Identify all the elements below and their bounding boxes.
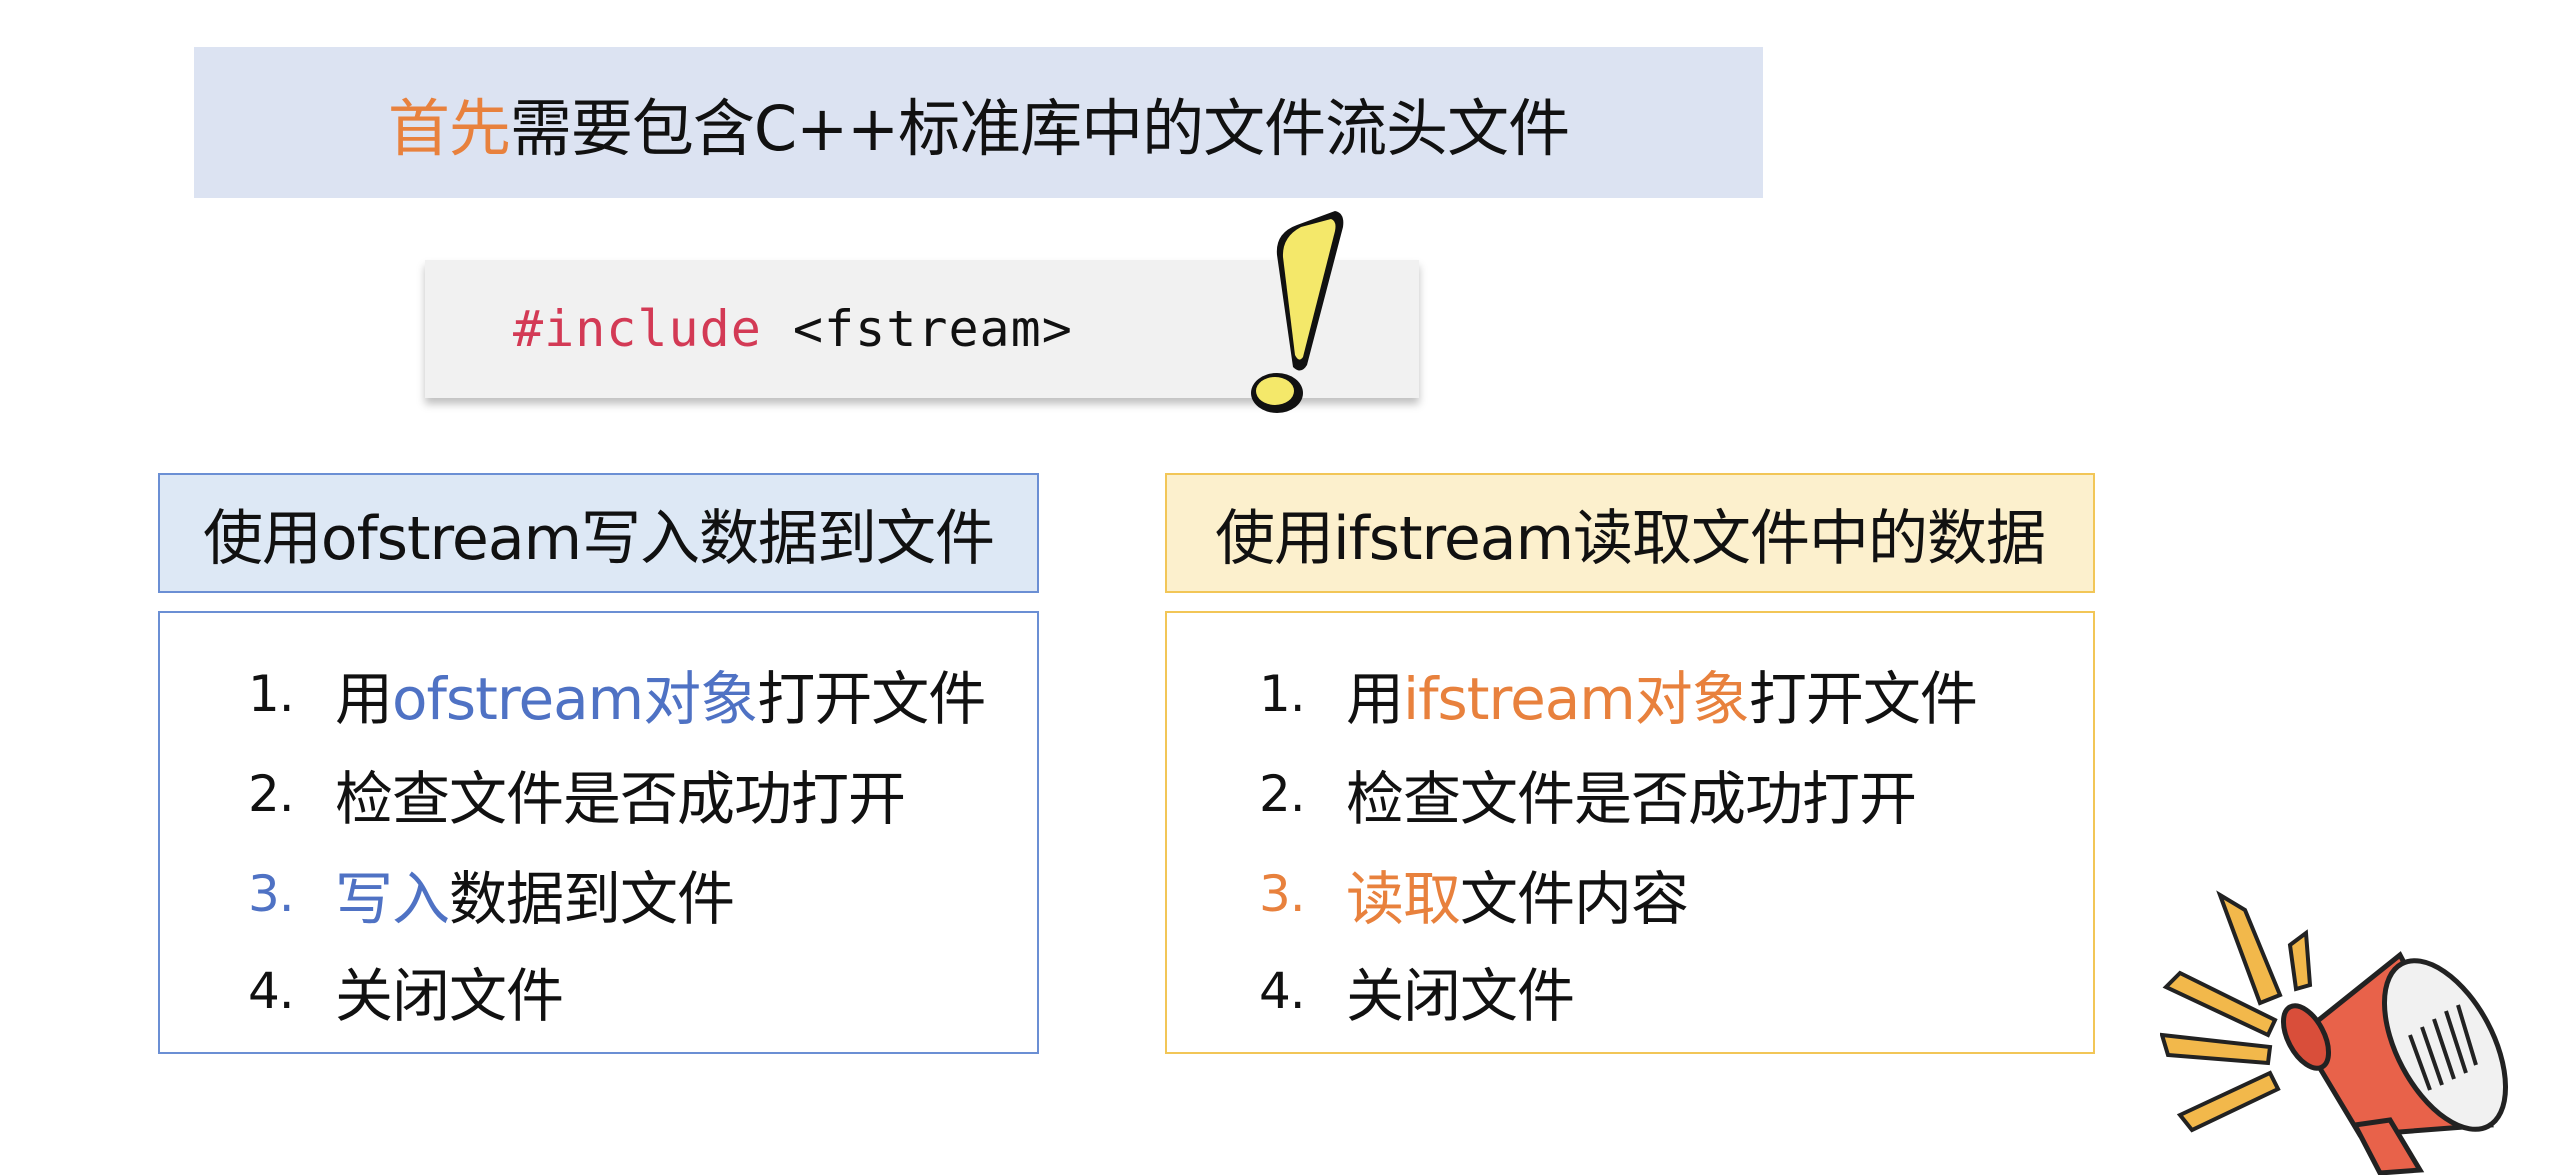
list-item: 1. 用ifstream对象打开文件	[1259, 649, 1978, 739]
list-item: 4. 关闭文件	[248, 946, 564, 1036]
step-text: 用ofstream对象打开文件	[335, 652, 986, 736]
step-text-post: 打开文件	[757, 665, 986, 733]
step-text: 关闭文件	[335, 962, 564, 1030]
megaphone-icon	[2160, 890, 2509, 1175]
step-number: 4.	[248, 962, 295, 1020]
step-text-highlight: ifstream对象	[1403, 665, 1750, 733]
title-highlight: 首先	[387, 91, 511, 165]
code-header: <fstream>	[761, 300, 1073, 358]
list-item: 1. 用ofstream对象打开文件	[248, 649, 986, 739]
step-text-highlight: 写入	[335, 865, 450, 933]
step-text: 读取文件内容	[1346, 852, 1689, 936]
code-line: #include <fstream>	[513, 300, 1073, 358]
step-text-highlight: 读取	[1346, 865, 1461, 933]
step-text-post: 打开文件	[1748, 665, 1978, 733]
step-text-post: 文件内容	[1460, 865, 1689, 933]
step-text: 关闭文件	[1346, 962, 1575, 1030]
step-text-highlight: ofstream对象	[392, 665, 758, 733]
ofstream-section-title: 使用ofstream写入数据到文件	[158, 473, 1039, 593]
step-number: 3.	[248, 865, 295, 923]
list-item: 3. 写入数据到文件	[248, 849, 735, 939]
step-text-pre: 用	[1346, 665, 1404, 733]
list-item: 2. 检查文件是否成功打开	[248, 749, 906, 839]
ofstream-steps-list: 1. 用ofstream对象打开文件 2. 检查文件是否成功打开 3. 写入数据…	[158, 611, 1039, 1054]
step-text: 检查文件是否成功打开	[1346, 765, 1917, 833]
title-banner: 首先 需要包含C++标准库中的文件流头文件	[194, 47, 1763, 198]
step-number: 2.	[248, 765, 295, 823]
step-number: 2.	[1259, 765, 1306, 823]
list-item: 2. 检查文件是否成功打开	[1259, 749, 1917, 839]
list-item: 3. 读取文件内容	[1259, 849, 1689, 939]
step-number: 1.	[248, 665, 295, 723]
list-item: 4. 关闭文件	[1259, 946, 1575, 1036]
exclamation-icon	[1251, 211, 1344, 413]
step-text: 检查文件是否成功打开	[335, 765, 906, 833]
ifstream-section-title: 使用ifstream读取文件中的数据	[1165, 473, 2095, 593]
code-keyword: #include	[513, 300, 762, 358]
step-text: 用ifstream对象打开文件	[1346, 652, 1978, 736]
step-text-post: 数据到文件	[449, 865, 735, 933]
ifstream-steps-list: 1. 用ifstream对象打开文件 2. 检查文件是否成功打开 3. 读取文件…	[1165, 611, 2095, 1054]
step-text-pre: 用	[335, 665, 393, 733]
step-number: 1.	[1259, 665, 1306, 723]
step-text: 写入数据到文件	[335, 852, 735, 936]
step-number: 3.	[1259, 865, 1306, 923]
title-text: 需要包含C++标准库中的文件流头文件	[509, 91, 1570, 165]
step-number: 4.	[1259, 962, 1306, 1020]
